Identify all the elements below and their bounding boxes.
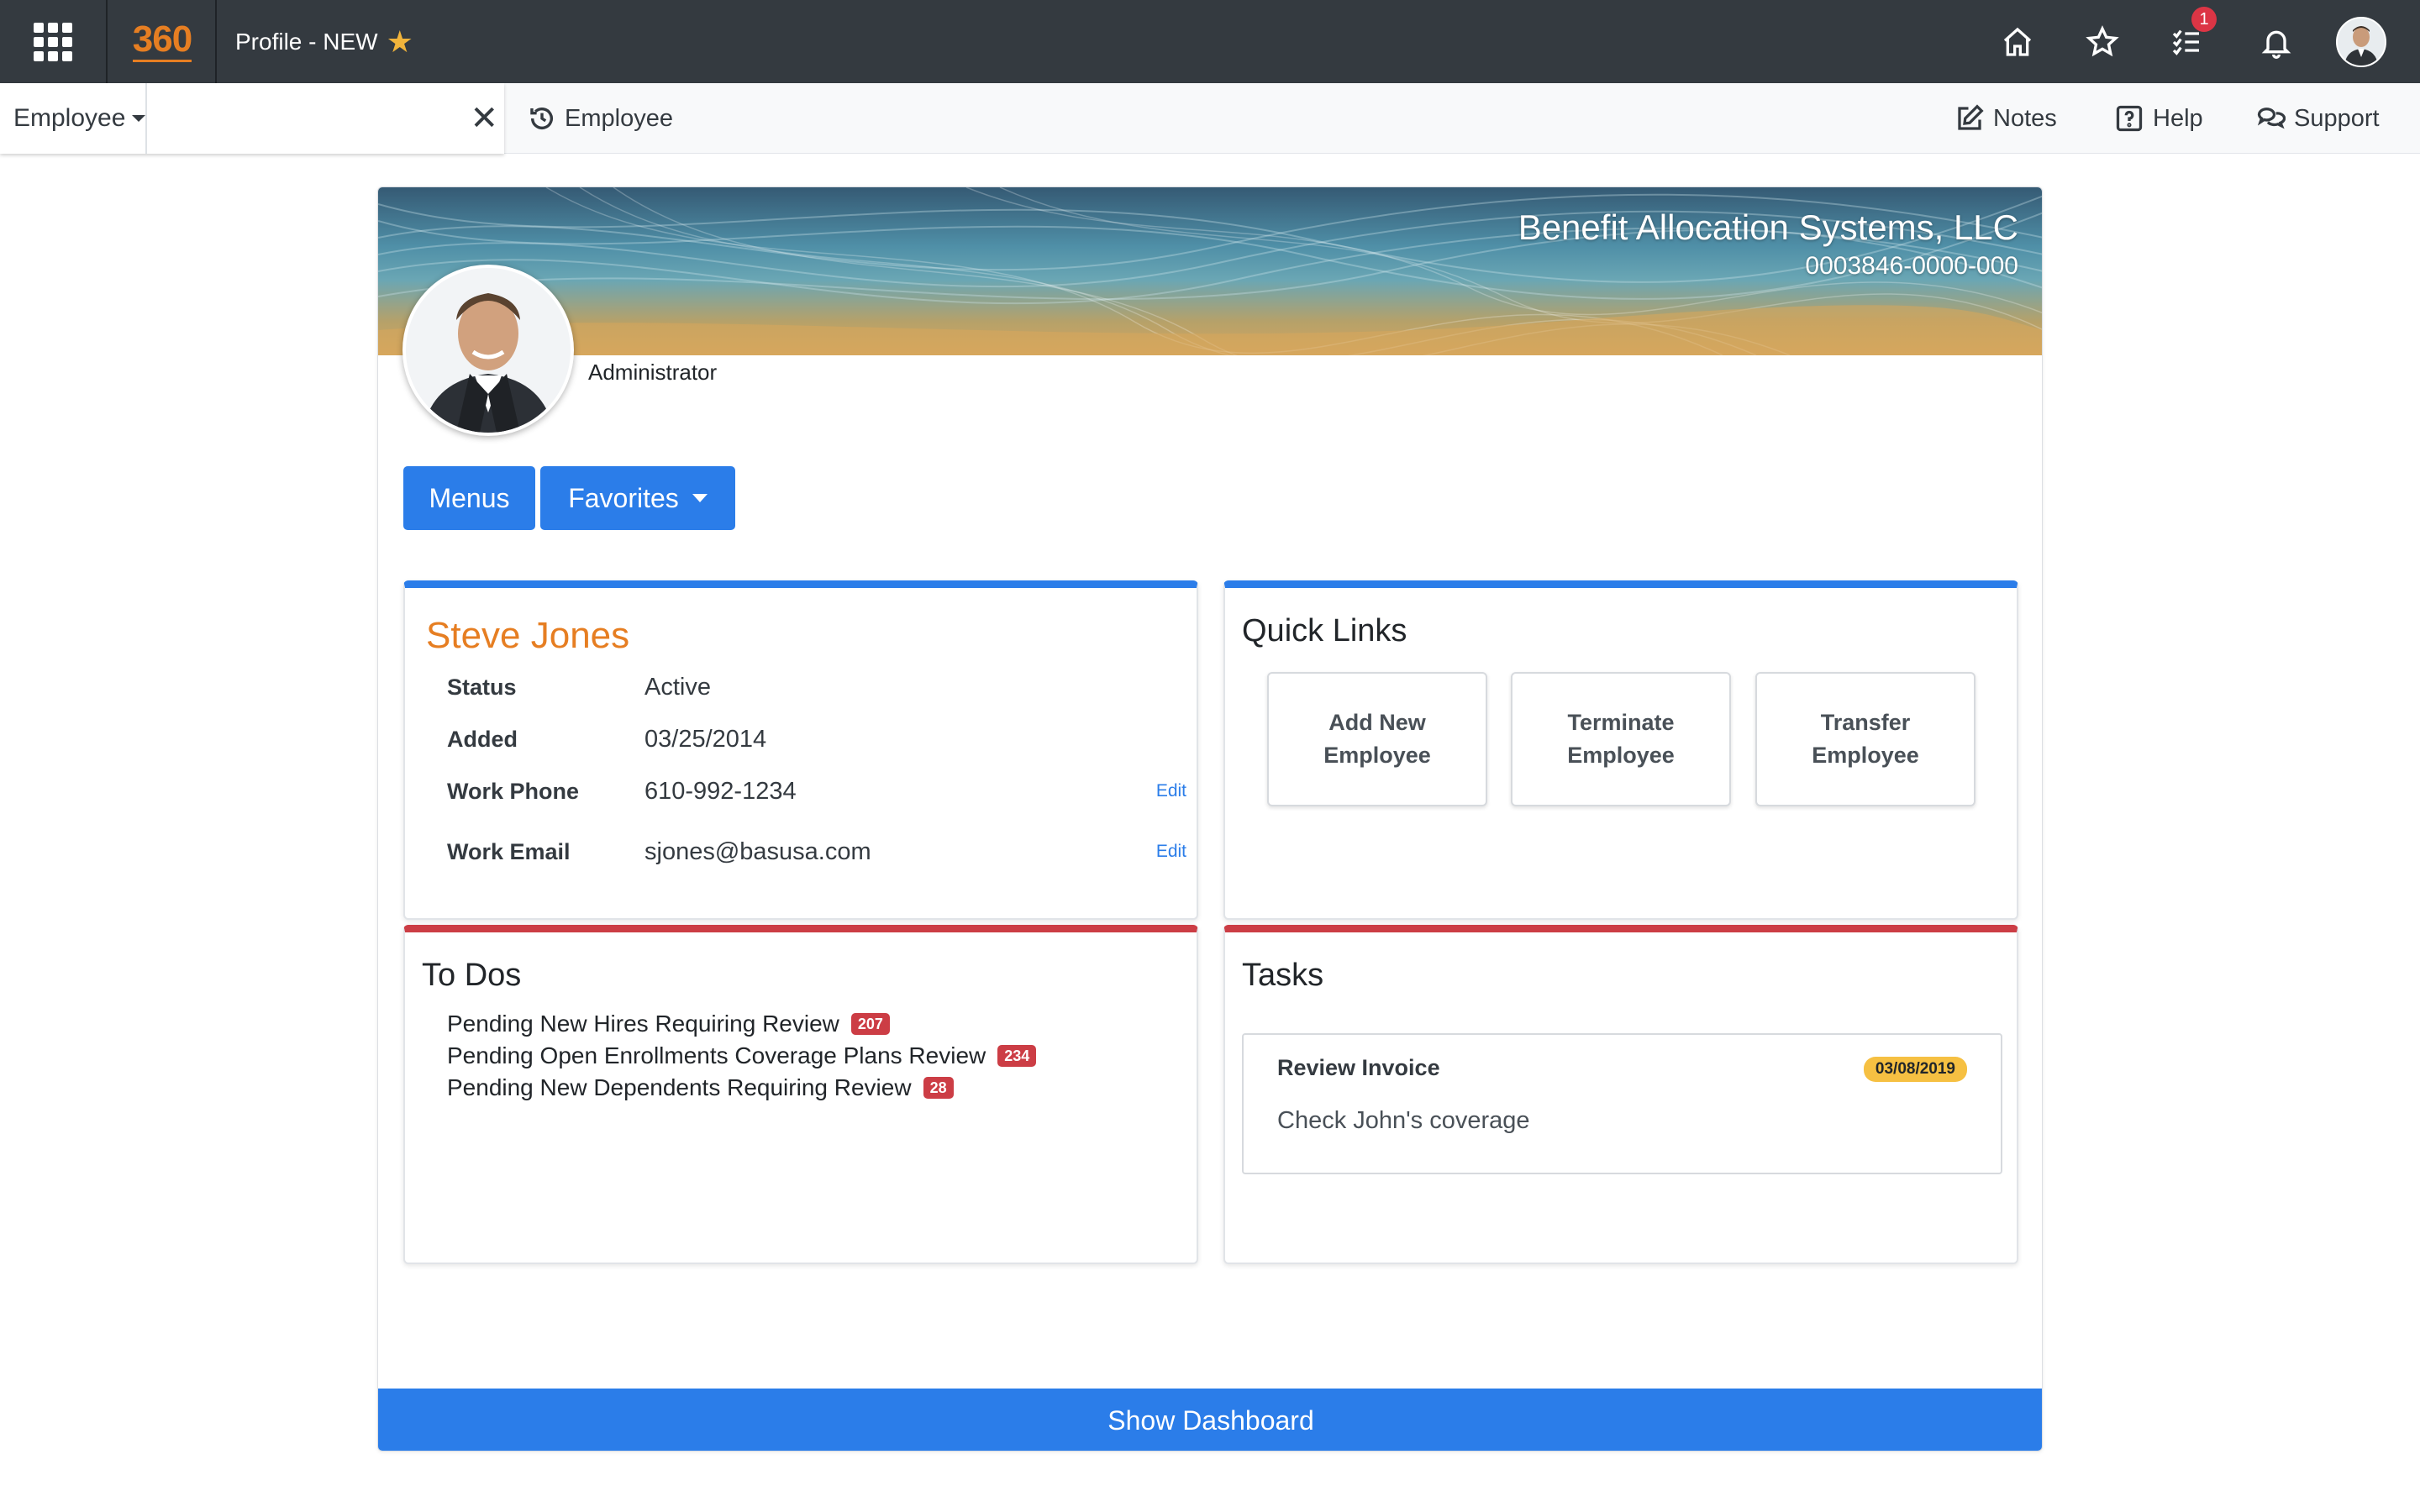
show-dashboard-label: Show Dashboard	[1107, 1404, 1314, 1436]
quick-link-label: Transfer Employee	[1812, 710, 1919, 768]
app-logo[interactable]: 360	[109, 0, 217, 83]
todo-item[interactable]: Pending New Hires Requiring Review 207	[447, 1008, 1036, 1040]
todo-label: Pending New Dependents Requiring Review	[447, 1074, 912, 1100]
profile-photo-image	[406, 268, 571, 433]
home-button[interactable]	[1994, 18, 2041, 66]
help-icon	[2116, 105, 2143, 132]
profile-photo[interactable]	[402, 265, 574, 436]
company-info: Benefit Allocation Systems, LLC 0003846-…	[1518, 206, 2018, 283]
support-link[interactable]: Support	[2255, 83, 2380, 154]
favorites-button-label: Favorites	[568, 482, 679, 513]
quick-link-label: Terminate Employee	[1567, 710, 1675, 768]
chevron-down-icon	[692, 494, 708, 502]
task-date-badge: 03/08/2019	[1863, 1057, 1967, 1082]
page-title: Profile - NEW ★	[235, 0, 413, 83]
home-icon	[2003, 27, 2032, 56]
quick-links-panel: Quick Links Add New Employee Terminate E…	[1223, 580, 2018, 920]
search-scope-dropdown[interactable]: Employee	[0, 83, 148, 154]
transfer-employee-button[interactable]: Transfer Employee	[1755, 672, 1975, 806]
todo-item[interactable]: Pending New Dependents Requiring Review …	[447, 1072, 1036, 1104]
search-input[interactable]	[147, 83, 465, 154]
notifications-button[interactable]	[2253, 18, 2300, 66]
company-id: 0003846-0000-000	[1805, 252, 2018, 280]
info-label: Status	[447, 674, 517, 700]
info-row-work-email: Work Email sjones@basusa.com Edit	[447, 835, 1186, 869]
history-icon	[530, 107, 554, 129]
search-group: Employee ✕	[0, 83, 504, 154]
terminate-employee-button[interactable]: Terminate Employee	[1511, 672, 1731, 806]
info-value: 610-992-1234	[644, 777, 797, 805]
task-description: Check John's coverage	[1277, 1107, 1530, 1134]
profile-role: Administrator	[588, 360, 718, 385]
company-name: Benefit Allocation Systems, LLC	[1518, 207, 2018, 247]
todo-label: Pending Open Enrollments Coverage Plans …	[447, 1042, 986, 1068]
favorites-dropdown-button[interactable]: Favorites	[540, 466, 735, 530]
menus-button[interactable]: Menus	[403, 466, 535, 530]
todo-list: Pending New Hires Requiring Review 207 P…	[447, 1008, 1037, 1104]
todo-count-badge: 207	[850, 1013, 890, 1035]
favorites-button[interactable]	[2079, 18, 2126, 66]
search-bar: Employee ✕ Employee Notes Help Support	[0, 83, 2420, 154]
support-chat-icon	[2257, 108, 2286, 129]
profile-card: Benefit Allocation Systems, LLC 0003846-…	[377, 186, 2043, 1452]
page-title-text: Profile - NEW	[235, 28, 378, 55]
notes-label: Notes	[1993, 104, 2057, 132]
task-title: Review Invoice	[1277, 1055, 1440, 1080]
quick-link-label: Add New Employee	[1323, 710, 1431, 768]
close-icon[interactable]: ✕	[464, 83, 504, 154]
edit-work-phone-link[interactable]: Edit	[1136, 781, 1186, 801]
todo-item[interactable]: Pending Open Enrollments Coverage Plans …	[447, 1040, 1037, 1072]
tasks-panel: Tasks Review Invoice 03/08/2019 Check Jo…	[1223, 925, 2018, 1264]
info-row-added: Added 03/25/2014	[447, 722, 1186, 756]
logo-text: 360	[132, 21, 192, 62]
top-navbar: 360 Profile - NEW ★ 1	[0, 0, 2420, 83]
apps-grid-button[interactable]	[0, 0, 108, 83]
info-value: Active	[644, 673, 711, 701]
support-label: Support	[2294, 104, 2380, 132]
recent-employee-link[interactable]: Employee	[528, 83, 673, 154]
favorite-star-icon[interactable]: ★	[387, 24, 413, 60]
todos-panel: To Dos Pending New Hires Requiring Revie…	[403, 925, 1198, 1264]
star-icon	[2086, 25, 2119, 57]
user-avatar[interactable]	[2336, 17, 2386, 67]
tasks-button[interactable]: 1	[2163, 7, 2217, 66]
help-link[interactable]: Help	[2114, 83, 2203, 154]
todos-title: To Dos	[422, 958, 522, 993]
apps-grid-icon	[34, 22, 72, 61]
user-avatar-image	[2338, 18, 2385, 66]
info-value: 03/25/2014	[644, 725, 767, 753]
task-card[interactable]: Review Invoice 03/08/2019 Check John's c…	[1242, 1033, 2002, 1174]
menus-button-label: Menus	[429, 482, 510, 513]
company-banner: Benefit Allocation Systems, LLC 0003846-…	[378, 187, 2042, 355]
edit-work-email-link[interactable]: Edit	[1136, 842, 1186, 862]
employee-name[interactable]: Steve Jones	[426, 615, 629, 657]
chevron-down-icon	[132, 115, 146, 122]
todo-count-badge: 28	[923, 1077, 954, 1099]
employee-info-panel: Steve Jones Status Active Added 03/25/20…	[403, 580, 1198, 920]
notification-count-badge: 1	[2191, 7, 2217, 32]
add-new-employee-button[interactable]: Add New Employee	[1267, 672, 1487, 806]
info-row-work-phone: Work Phone 610-992-1234 Edit	[447, 774, 1186, 808]
todo-count-badge: 234	[997, 1045, 1037, 1067]
help-label: Help	[2153, 104, 2203, 132]
show-dashboard-button[interactable]: Show Dashboard	[378, 1389, 2042, 1451]
todo-label: Pending New Hires Requiring Review	[447, 1011, 839, 1037]
edit-note-icon	[1958, 104, 1984, 130]
notes-link[interactable]: Notes	[1954, 83, 2057, 154]
tasks-title: Tasks	[1242, 958, 1324, 993]
info-value: sjones@basusa.com	[644, 837, 871, 865]
quick-links-title: Quick Links	[1242, 613, 1407, 648]
info-label: Added	[447, 726, 518, 752]
recent-employee-label: Employee	[565, 104, 673, 132]
bell-icon	[2261, 30, 2291, 59]
info-row-status: Status Active	[447, 670, 1186, 704]
info-label: Work Email	[447, 838, 571, 864]
info-label: Work Phone	[447, 778, 580, 804]
search-scope-label: Employee	[13, 104, 126, 132]
